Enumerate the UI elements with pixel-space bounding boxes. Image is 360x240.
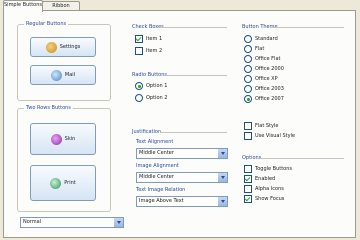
checkbox-label: Enabled	[255, 176, 276, 182]
image-alignment-value: Middle Center	[139, 174, 174, 180]
checkbox-item-2[interactable]: Item 2	[135, 47, 162, 55]
checkbox-label: Use Visual Style	[255, 133, 296, 139]
text-alignment-value: Middle Center	[139, 150, 174, 156]
divider	[160, 132, 227, 133]
show-focus-checkbox[interactable]: Show Focus	[244, 195, 284, 203]
settings-icon	[45, 41, 57, 53]
mail-button-label: Mail	[64, 72, 76, 78]
radio-option-2[interactable]: Option 2	[135, 94, 167, 102]
radio-label: Office 2003	[255, 86, 284, 92]
chevron-down-icon[interactable]	[114, 218, 123, 227]
tab-simple-buttons[interactable]: Simple Buttons	[3, 0, 43, 12]
radio-dot[interactable]	[244, 85, 252, 93]
checkbox-label: Alpha Icons	[255, 186, 284, 192]
skin-icon	[50, 133, 62, 145]
image-alignment-label: Image Alignment	[136, 163, 179, 169]
justification-title: Justification	[132, 129, 164, 135]
checkbox-label: Toggle Buttons	[255, 166, 293, 172]
mail-button[interactable]: Mail	[30, 65, 96, 85]
radio-label: Office Flat	[255, 56, 281, 62]
two-rows-buttons-group: Two Rows Buttons Skin Print	[17, 105, 111, 212]
settings-button-label: Settings	[59, 44, 81, 50]
radio-dot[interactable]	[244, 65, 252, 73]
checkbox-box[interactable]	[135, 47, 143, 55]
checkbox-box[interactable]	[244, 175, 252, 183]
text-image-relation-value: Image Above Text	[139, 198, 184, 204]
divider	[270, 27, 344, 28]
checkbox-box[interactable]	[244, 122, 252, 130]
checkbox-box[interactable]	[244, 132, 252, 140]
radio-label: Office XP	[255, 76, 278, 82]
text-alignment-label: Text Alignment	[136, 139, 174, 145]
theme-option-standard[interactable]: Standard	[244, 35, 278, 43]
radio-dot[interactable]	[244, 55, 252, 63]
regular-buttons-title: Regular Buttons	[24, 21, 69, 28]
radio-option-1[interactable]: Option 1	[135, 82, 167, 90]
flat-style-checkbox[interactable]: Flat Style	[244, 122, 278, 130]
skin-button[interactable]: Skin	[30, 123, 96, 155]
checkbox-box[interactable]	[135, 35, 143, 43]
print-button[interactable]: Print	[30, 165, 96, 201]
theme-option-office-2000[interactable]: Office 2000	[244, 65, 284, 73]
radio-dot[interactable]	[244, 75, 252, 83]
radio-dot[interactable]	[244, 95, 252, 103]
text-image-relation-label: Text Image Relation	[136, 187, 186, 193]
radio-label: Flat	[255, 46, 265, 52]
toggle-buttons-checkbox[interactable]: Toggle Buttons	[244, 165, 292, 173]
theme-option-office-2007[interactable]: Office 2007	[244, 95, 284, 103]
theme-option-office-xp[interactable]: Office XP	[244, 75, 278, 83]
radio-label: Office 2000	[255, 66, 284, 72]
mail-icon	[50, 69, 62, 81]
checkbox-label: Item 1	[146, 36, 163, 42]
settings-button[interactable]: Settings	[30, 37, 96, 57]
radio-dot[interactable]	[244, 45, 252, 53]
style-combo[interactable]: Normal	[20, 217, 124, 228]
divider	[159, 27, 227, 28]
theme-option-flat[interactable]: Flat	[244, 45, 264, 53]
checkbox-box[interactable]	[244, 195, 252, 203]
theme-option-office-flat[interactable]: Office Flat	[244, 55, 280, 63]
divider	[164, 75, 227, 76]
checkbox-item-1[interactable]: Item 1	[135, 35, 162, 43]
regular-buttons-group: Regular Buttons Settings Mail	[17, 21, 111, 101]
alpha-icons-checkbox[interactable]: Alpha Icons	[244, 185, 284, 193]
checkbox-label: Flat Style	[255, 123, 279, 129]
radio-label: Option 2	[146, 95, 168, 101]
use-visual-style-checkbox[interactable]: Use Visual Style	[244, 132, 295, 140]
radio-label: Office 2007	[255, 96, 284, 102]
text-image-relation-combo[interactable]: Image Above Text	[136, 196, 228, 207]
radio-dot[interactable]	[135, 82, 143, 90]
text-alignment-combo[interactable]: Middle Center	[136, 148, 228, 159]
radio-dot[interactable]	[244, 35, 252, 43]
radio-label: Option 1	[146, 83, 168, 89]
checkbox-label: Show Focus	[255, 196, 285, 202]
chevron-down-icon[interactable]	[218, 149, 227, 158]
checkbox-box[interactable]	[244, 185, 252, 193]
chevron-down-icon[interactable]	[218, 197, 227, 206]
tab-panel: Regular Buttons Settings Mail Two Rows B…	[3, 10, 356, 238]
skin-button-label: Skin	[64, 136, 76, 142]
enabled-checkbox[interactable]: Enabled	[244, 175, 275, 183]
print-button-label: Print	[64, 180, 76, 186]
style-combo-value: Normal	[23, 219, 42, 225]
image-alignment-combo[interactable]: Middle Center	[136, 172, 228, 183]
radio-label: Standard	[255, 36, 278, 42]
checkbox-label: Item 2	[146, 48, 163, 54]
theme-option-office-2003[interactable]: Office 2003	[244, 85, 284, 93]
checkbox-box[interactable]	[244, 165, 252, 173]
chevron-down-icon[interactable]	[218, 173, 227, 182]
two-rows-buttons-title: Two Rows Buttons	[24, 105, 73, 112]
radio-dot[interactable]	[135, 94, 143, 102]
divider	[260, 158, 344, 159]
print-icon	[50, 177, 62, 189]
